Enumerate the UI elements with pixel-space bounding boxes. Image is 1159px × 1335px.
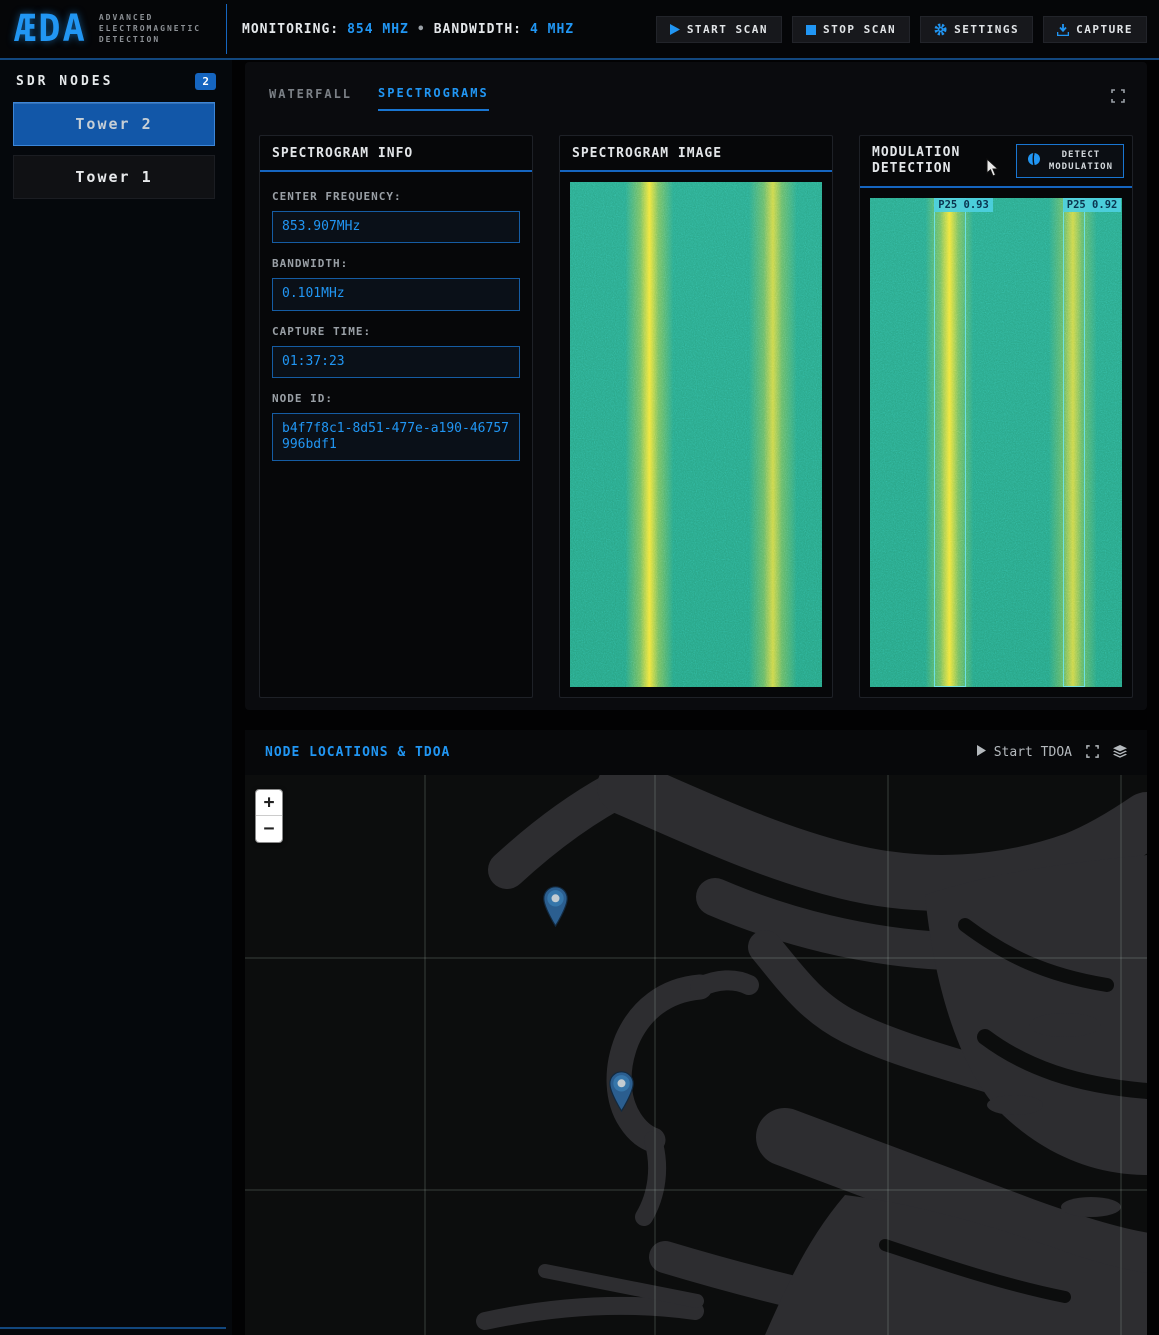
zoom-in-button[interactable]: + bbox=[256, 790, 282, 816]
bandwidth-value: 4 MHZ bbox=[530, 22, 574, 37]
sidebar-item-tower-1[interactable]: Tower 1 bbox=[13, 155, 215, 199]
logo-block: ÆDA ADVANCED ELECTROMAGNETIC DETECTION bbox=[14, 7, 201, 50]
tdoa-map[interactable]: + − bbox=[245, 775, 1147, 1335]
stop-scan-label: STOP SCAN bbox=[823, 23, 896, 36]
zoom-out-button[interactable]: − bbox=[256, 816, 282, 842]
spectrogram-info-panel: SPECTROGRAM INFO CENTER FREQUENCY: 853.9… bbox=[259, 135, 533, 698]
settings-button[interactable]: SETTINGS bbox=[920, 16, 1033, 43]
monitoring-value: 854 MHZ bbox=[347, 22, 409, 37]
map-marker-tower[interactable] bbox=[609, 1071, 634, 1112]
detection-label: P25 0.93 bbox=[934, 198, 993, 212]
tab-waterfall[interactable]: WATERFALL bbox=[269, 86, 352, 111]
tdoa-header: NODE LOCATIONS & TDOA Start TDOA bbox=[245, 730, 1147, 775]
header-buttons: START SCAN STOP SCAN SETTINGS CAPTURE bbox=[656, 16, 1147, 43]
start-tdoa-button[interactable]: Start TDOA bbox=[977, 745, 1072, 760]
start-tdoa-label: Start TDOA bbox=[994, 745, 1072, 760]
tagline-line: ELECTROMAGNETIC bbox=[99, 24, 201, 33]
layers-button[interactable] bbox=[1113, 745, 1127, 761]
bandwidth-field-label: BANDWIDTH: bbox=[272, 257, 520, 270]
start-scan-label: START SCAN bbox=[687, 23, 768, 36]
sidebar: SDR NODES 2 Tower 2 Tower 1 bbox=[0, 60, 232, 1335]
mouse-cursor bbox=[986, 158, 1000, 182]
spectrogram-noise bbox=[570, 182, 822, 687]
capture-button[interactable]: CAPTURE bbox=[1043, 16, 1147, 43]
layers-icon bbox=[1113, 745, 1127, 761]
spectrogram-image-title: SPECTROGRAM IMAGE bbox=[560, 136, 832, 172]
bandwidth-field-value: 0.101MHz bbox=[272, 278, 520, 310]
map-zoom-control: + − bbox=[255, 789, 283, 843]
tagline-line: DETECTION bbox=[99, 35, 201, 44]
modulation-title: MODULATION DETECTION bbox=[872, 145, 960, 178]
modulation-title-line2: DETECTION bbox=[872, 161, 960, 177]
modulation-title-line1: MODULATION bbox=[872, 145, 960, 161]
app-tagline: ADVANCED ELECTROMAGNETIC DETECTION bbox=[99, 13, 201, 44]
spectrogram-info-title: SPECTROGRAM INFO bbox=[260, 136, 532, 172]
app-logo: ÆDA bbox=[14, 7, 87, 50]
download-icon bbox=[1057, 24, 1069, 36]
sidebar-title: SDR NODES bbox=[16, 74, 113, 89]
stop-icon bbox=[806, 25, 816, 35]
map-fullscreen-button[interactable] bbox=[1086, 745, 1099, 761]
tdoa-card: NODE LOCATIONS & TDOA Start TDOA bbox=[245, 730, 1147, 1335]
tdoa-title: NODE LOCATIONS & TDOA bbox=[265, 745, 450, 760]
modulation-spectrogram: P25 0.93 P25 0.92 bbox=[870, 198, 1122, 687]
sidebar-item-tower-2[interactable]: Tower 2 bbox=[13, 102, 215, 146]
tagline-line: ADVANCED bbox=[99, 13, 201, 22]
settings-label: SETTINGS bbox=[954, 23, 1019, 36]
tab-bar: WATERFALL SPECTROGRAMS bbox=[269, 86, 489, 111]
sidebar-bottom-accent bbox=[0, 1327, 226, 1329]
fullscreen-icon[interactable] bbox=[1111, 88, 1125, 107]
center-frequency-label: CENTER FREQUENCY: bbox=[272, 190, 520, 203]
play-icon bbox=[977, 745, 986, 760]
detect-modulation-button[interactable]: DETECT MODULATION bbox=[1016, 144, 1124, 178]
detection-label: P25 0.92 bbox=[1063, 198, 1122, 212]
node-id-label: NODE ID: bbox=[272, 392, 520, 405]
node-count-badge: 2 bbox=[195, 73, 216, 90]
spectrogram-image bbox=[570, 182, 822, 687]
detect-button-label: DETECT MODULATION bbox=[1049, 149, 1113, 173]
spectrogram-card: WATERFALL SPECTROGRAMS SPECTROGRAM INFO … bbox=[245, 62, 1147, 710]
modulation-detection-panel: MODULATION DETECTION DETECT MODULATION bbox=[859, 135, 1133, 698]
play-icon bbox=[670, 24, 680, 35]
monitoring-status: MONITORING: 854 MHZ • BANDWIDTH: 4 MHZ bbox=[242, 0, 574, 58]
app-header: ÆDA ADVANCED ELECTROMAGNETIC DETECTION M… bbox=[0, 0, 1159, 60]
gear-icon bbox=[934, 23, 947, 36]
monitoring-label: MONITORING: bbox=[242, 22, 339, 37]
spectrogram-image-panel: SPECTROGRAM IMAGE bbox=[559, 135, 833, 698]
capture-label: CAPTURE bbox=[1076, 23, 1133, 36]
tab-spectrograms[interactable]: SPECTROGRAMS bbox=[378, 86, 489, 111]
center-frequency-value: 853.907MHz bbox=[272, 211, 520, 243]
separator-dot: • bbox=[417, 22, 426, 37]
map-marker-tower[interactable] bbox=[543, 886, 568, 927]
fullscreen-icon bbox=[1086, 745, 1099, 761]
map-landmass bbox=[245, 775, 1147, 1335]
info-fields: CENTER FREQUENCY: 853.907MHz BANDWIDTH: … bbox=[260, 172, 532, 473]
stop-scan-button[interactable]: STOP SCAN bbox=[792, 16, 910, 43]
capture-time-value: 01:37:23 bbox=[272, 346, 520, 378]
brain-icon bbox=[1027, 152, 1041, 170]
sidebar-header: SDR NODES 2 bbox=[0, 60, 232, 102]
panels-row: SPECTROGRAM INFO CENTER FREQUENCY: 853.9… bbox=[259, 135, 1133, 698]
tdoa-controls: Start TDOA bbox=[977, 745, 1127, 761]
node-id-value: b4f7f8c1-8d51-477e-a190-46757996bdf1 bbox=[272, 413, 520, 462]
bandwidth-label: BANDWIDTH: bbox=[434, 22, 522, 37]
start-scan-button[interactable]: START SCAN bbox=[656, 16, 782, 43]
detection-box bbox=[1063, 198, 1086, 687]
header-separator bbox=[226, 4, 227, 54]
capture-time-label: CAPTURE TIME: bbox=[272, 325, 520, 338]
detection-box bbox=[934, 198, 966, 687]
